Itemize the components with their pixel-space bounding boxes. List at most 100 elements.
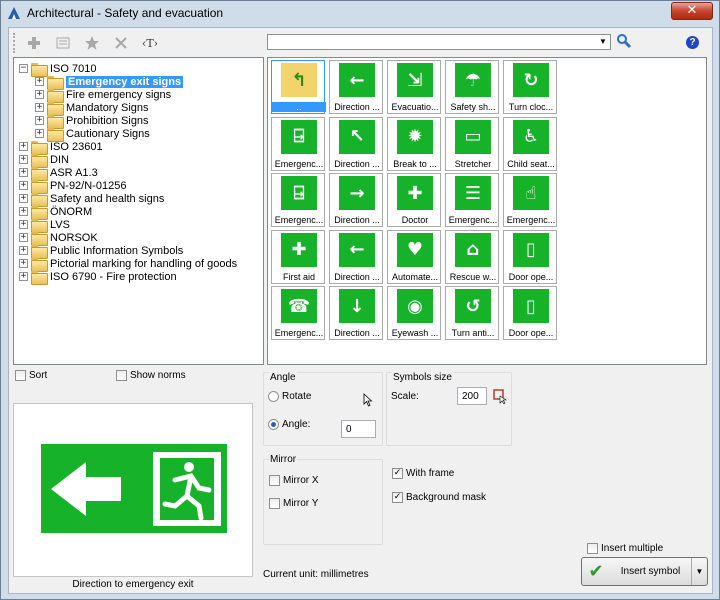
symbol-cell[interactable]: ▭ Stretcher [445,116,499,171]
symbol-cell[interactable]: ☎ Emergenc... [271,286,325,340]
expand-icon[interactable]: + [35,103,44,112]
tree-item[interactable]: + Cautionary Signs [35,127,150,142]
toolbar-grip[interactable] [13,33,16,53]
expand-icon[interactable]: + [19,259,28,268]
symbol-cell[interactable]: ⇲ Evacuatio... [387,60,441,114]
with-frame-box[interactable]: ✓ [392,468,403,479]
help-icon[interactable]: ? [686,36,699,49]
scale-input[interactable]: 200 [457,387,487,405]
symbol-cell[interactable]: ↰.. [271,60,326,114]
angle-radio-dot[interactable] [268,419,279,430]
symbol-cell[interactable]: ☂ Safety sh... [445,60,499,114]
expand-icon[interactable]: + [19,142,28,151]
angle-radio[interactable]: Angle: [268,419,310,430]
mirror-x-checkbox[interactable]: Mirror X [269,475,319,486]
symbol-cell[interactable]: ✚ First aid [271,229,325,284]
tree-item[interactable]: + ISO 6790 - Fire protection [19,270,177,285]
rotate-radio[interactable]: Rotate [268,391,311,402]
folder-icon [31,218,48,233]
show-norms-checkbox[interactable]: Show norms [116,370,186,381]
scale-pick-icon[interactable] [492,388,508,405]
show-norms-box[interactable] [116,370,127,381]
mirror-x-box[interactable] [269,475,280,486]
mirror-y-checkbox[interactable]: Mirror Y [269,498,318,509]
search-dropdown-icon[interactable]: ▼ [596,35,610,49]
expand-icon[interactable]: + [19,246,28,255]
favorite-icon[interactable] [80,32,104,54]
symbol-cell[interactable]: ↺ Turn anti... [445,286,499,340]
expand-icon[interactable]: + [19,207,28,216]
sort-box[interactable] [15,370,26,381]
symbol-cell[interactable]: ♿ Child seat... [503,116,557,171]
expand-icon[interactable]: + [35,90,44,99]
expand-icon[interactable]: + [19,168,28,177]
search-input[interactable]: ▼ [267,34,611,50]
symbol-cell[interactable]: ▯ Door ope... [503,286,557,340]
symbol-cell[interactable]: ▯ Door ope... [503,229,557,284]
tree-item[interactable]: + Emergency exit signs [35,75,184,90]
background-mask-box[interactable]: ✓ [392,492,403,503]
expand-icon[interactable]: + [35,116,44,125]
expand-icon[interactable]: + [19,220,28,229]
symbol-cell[interactable]: → Direction ... [329,173,383,227]
angle-input[interactable]: 0 [341,420,376,438]
symbol-cell[interactable]: ↻ Turn cloc... [503,60,557,114]
category-tree[interactable]: − ISO 7010 + Emergency exit signs + Fire emer… [13,57,264,365]
symbol-cell[interactable]: ✹ Break to ... [387,116,441,171]
tree-item[interactable]: + ASR A1.3 [19,166,98,181]
expand-icon[interactable]: + [19,181,28,190]
symbol-cell[interactable]: ✚ Doctor [387,173,441,227]
size-group-title: Symbols size [392,372,453,383]
tree-item[interactable]: + LVS [19,218,70,233]
tree-item[interactable]: + PN-92/N-01256 [19,179,126,194]
folder-icon [31,231,48,246]
symbol-grid[interactable]: ↰.. ← Direction ... ⇲ Evacuatio... ☂ Safety sh… [267,57,707,365]
expand-icon[interactable]: + [35,129,44,138]
insert-symbol-button[interactable]: ✔ Insert symbol ▼ [581,557,708,586]
insert-multiple-box[interactable] [587,543,598,554]
symbol-cell[interactable]: ⍈ Emergenc... [271,173,325,227]
expand-icon[interactable]: + [19,233,28,242]
rotate-radio-dot[interactable] [268,391,279,402]
tree-item[interactable]: + Prohibition Signs [35,114,149,129]
insert-multiple-checkbox[interactable]: Insert multiple [587,543,663,554]
insert-dropdown-icon[interactable]: ▼ [691,558,707,585]
symbol-cell[interactable]: ← Direction ... [329,229,383,284]
add-icon[interactable] [22,32,46,54]
tree-item[interactable]: + Fire emergency signs [35,88,171,103]
symbol-cell[interactable]: ◉ Eyewash ... [387,286,441,340]
tree-item[interactable]: + Safety and health signs [19,192,164,207]
symbol-cell[interactable]: ← Direction ... [329,60,383,114]
text-icon[interactable]: ‹T› [138,32,162,54]
expand-icon[interactable]: + [19,272,28,281]
expand-icon[interactable]: + [19,155,28,164]
mirror-y-box[interactable] [269,498,280,509]
symbol-cell[interactable]: ☝ Emergenc... [503,173,557,227]
tree-item[interactable]: + ISO 23601 [19,140,103,155]
tree-item[interactable]: + Pictorial marking for handling of goods [19,257,237,272]
tree-item[interactable]: + Public Information Symbols [19,244,183,259]
expand-icon[interactable]: + [35,77,44,86]
symbol-cell[interactable]: ☰ Emergenc... [445,173,499,227]
tree-item[interactable]: − ISO 7010 [19,62,96,77]
symbol-caption: Direction ... [334,215,380,225]
tree-item[interactable]: + NORSOK [19,231,98,246]
symbol-cell[interactable]: ♥ Automate... [387,229,441,284]
delete-icon[interactable] [109,32,133,54]
properties-icon[interactable] [51,32,75,54]
tree-item[interactable]: + ÖNORM [19,205,92,220]
tree-item[interactable]: + DIN [19,153,69,168]
symbol-cell[interactable]: ⌂ Rescue w... [445,229,499,284]
symbol-cell[interactable]: ⍈ Emergenc... [271,116,325,171]
with-frame-checkbox[interactable]: ✓ With frame [392,468,454,479]
tree-item[interactable]: + Mandatory Signs [35,101,149,116]
symbol-cell[interactable]: ↖ Direction ... [329,116,383,171]
search-icon[interactable] [616,33,632,49]
close-button[interactable]: ✕ [671,2,713,20]
background-mask-checkbox[interactable]: ✓ Background mask [392,492,486,503]
expand-icon[interactable]: + [19,194,28,203]
symbol-caption: Emergenc... [506,215,556,225]
symbol-cell[interactable]: ↓ Direction ... [329,286,383,340]
sort-checkbox[interactable]: Sort [15,370,47,381]
collapse-icon[interactable]: − [19,64,28,73]
